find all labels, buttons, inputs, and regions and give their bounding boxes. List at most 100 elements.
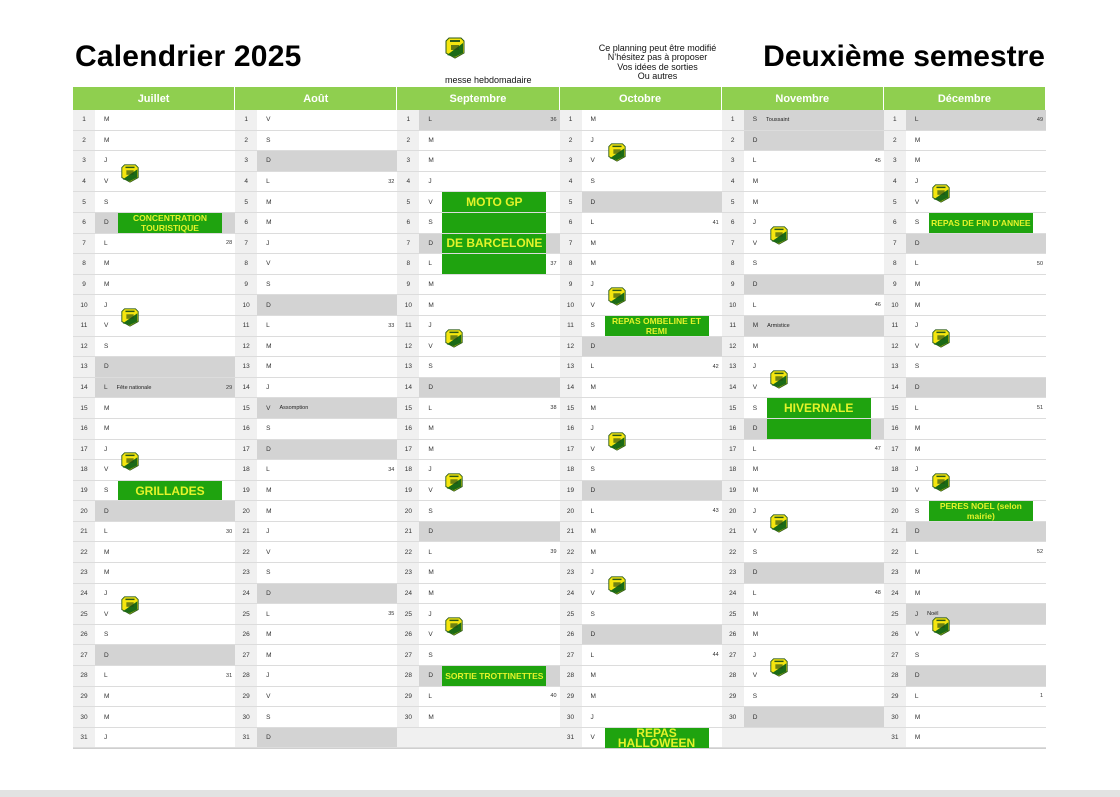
day-cell[interactable]: S xyxy=(95,336,236,357)
day-cell[interactable]: S xyxy=(257,274,398,295)
day-cell[interactable]: J xyxy=(95,295,236,315)
day-cell[interactable]: S xyxy=(581,604,722,624)
day-cell[interactable]: S xyxy=(743,542,884,563)
day-cell[interactable]: J Noël xyxy=(905,604,1047,624)
day-cell[interactable]: S Toussaint xyxy=(743,110,884,130)
day-cell[interactable]: D xyxy=(743,274,884,295)
day-cell[interactable]: M xyxy=(257,336,398,357)
day-cell[interactable]: S xyxy=(743,254,884,274)
event-banner[interactable]: GRILLADES xyxy=(118,480,222,501)
day-cell[interactable]: V xyxy=(743,521,884,542)
day-cell[interactable]: J xyxy=(743,212,884,233)
day-cell[interactable]: J xyxy=(257,521,398,542)
day-cell[interactable]: D xyxy=(905,521,1047,542)
day-cell[interactable]: V xyxy=(419,624,560,645)
day-cell[interactable]: D xyxy=(905,377,1047,398)
day-cell[interactable]: J xyxy=(743,501,884,521)
day-cell[interactable]: D xyxy=(419,377,560,398)
day-cell[interactable]: L 50 xyxy=(905,254,1047,274)
day-cell[interactable]: M xyxy=(743,192,884,212)
day-cell[interactable]: D xyxy=(743,130,884,151)
day-cell[interactable]: M xyxy=(743,604,884,624)
day-cell[interactable]: M xyxy=(581,666,722,686)
day-cell[interactable]: S xyxy=(743,686,884,707)
day-cell[interactable]: J xyxy=(581,707,722,727)
day-cell[interactable]: M xyxy=(257,357,398,377)
day-cell[interactable]: J xyxy=(419,604,560,624)
event-banner[interactable]: HIVERNALE xyxy=(766,398,871,418)
day-cell[interactable]: S xyxy=(905,357,1047,377)
day-cell[interactable]: M xyxy=(581,377,722,398)
day-cell[interactable]: D xyxy=(257,727,398,748)
day-cell[interactable]: L 41 xyxy=(581,212,722,233)
day-cell[interactable]: L 36 xyxy=(419,110,560,130)
day-cell[interactable]: L 39 xyxy=(419,542,560,563)
day-cell[interactable]: M xyxy=(743,624,884,645)
day-cell[interactable]: M xyxy=(95,274,236,295)
day-cell[interactable]: J xyxy=(95,151,236,171)
day-cell[interactable]: L 32 xyxy=(257,171,398,192)
event-banner[interactable]: DE BARCELONE xyxy=(442,233,547,254)
day-cell[interactable]: S xyxy=(419,357,560,377)
day-cell[interactable]: M xyxy=(95,130,236,151)
day-cell[interactable]: L 35 xyxy=(257,604,398,624)
day-cell[interactable]: M xyxy=(95,398,236,418)
event-banner[interactable]: REPAS DE FIN D’ANNEE xyxy=(928,213,1033,233)
day-cell[interactable]: V xyxy=(743,233,884,254)
day-cell[interactable]: L 38 xyxy=(419,398,560,418)
day-cell[interactable]: D xyxy=(95,357,236,377)
day-cell[interactable]: M xyxy=(905,583,1047,604)
day-cell[interactable]: V xyxy=(257,686,398,707)
day-cell[interactable]: D xyxy=(257,295,398,315)
day-cell[interactable]: V xyxy=(905,336,1047,357)
day-cell[interactable]: M xyxy=(581,542,722,563)
day-cell[interactable]: M xyxy=(95,542,236,563)
day-cell[interactable]: J xyxy=(419,460,560,480)
day-cell[interactable]: J xyxy=(905,171,1047,192)
day-cell[interactable]: L 34 xyxy=(257,460,398,480)
day-cell[interactable]: M xyxy=(581,110,722,130)
day-cell[interactable]: V xyxy=(743,377,884,398)
day-cell[interactable]: L 33 xyxy=(257,315,398,336)
day-cell[interactable]: M xyxy=(905,727,1047,748)
day-cell[interactable]: V xyxy=(257,110,398,130)
day-cell[interactable]: M xyxy=(257,192,398,212)
day-cell[interactable]: M xyxy=(581,233,722,254)
day-cell[interactable]: V xyxy=(95,460,236,480)
event-banner[interactable]: CONCENTRATION TOURISTIQUE xyxy=(118,213,222,233)
day-cell[interactable]: D xyxy=(581,336,722,357)
day-cell[interactable]: M xyxy=(581,254,722,274)
day-cell[interactable] xyxy=(419,727,560,748)
day-cell[interactable]: M xyxy=(743,480,884,501)
day-cell[interactable]: J xyxy=(257,377,398,398)
day-cell[interactable]: V xyxy=(581,295,722,315)
day-cell[interactable]: V xyxy=(419,336,560,357)
day-cell[interactable]: V xyxy=(95,171,236,192)
day-cell[interactable]: M xyxy=(743,171,884,192)
day-cell[interactable]: M xyxy=(743,336,884,357)
day-cell[interactable]: M xyxy=(419,563,560,583)
day-cell[interactable]: S xyxy=(581,460,722,480)
day-cell[interactable]: M xyxy=(95,254,236,274)
day-cell[interactable]: V xyxy=(743,666,884,686)
event-banner[interactable]: SORTIE TROTTINETTES xyxy=(442,666,547,686)
day-cell[interactable]: M xyxy=(581,398,722,418)
day-cell[interactable]: D xyxy=(581,624,722,645)
day-cell[interactable]: S xyxy=(419,501,560,521)
day-cell[interactable]: L 44 xyxy=(581,645,722,666)
day-cell[interactable]: M xyxy=(581,521,722,542)
day-cell[interactable]: M xyxy=(95,418,236,439)
day-cell[interactable]: V xyxy=(581,151,722,171)
day-cell[interactable]: D xyxy=(95,645,236,666)
day-cell[interactable]: J xyxy=(419,171,560,192)
day-cell[interactable]: L 52 xyxy=(905,542,1047,563)
event-banner[interactable] xyxy=(442,254,547,274)
day-cell[interactable]: V xyxy=(95,604,236,624)
day-cell[interactable]: V xyxy=(905,192,1047,212)
day-cell[interactable]: M xyxy=(95,686,236,707)
day-cell[interactable]: M xyxy=(95,707,236,727)
day-cell[interactable]: S xyxy=(905,645,1047,666)
day-cell[interactable]: L 30 xyxy=(95,521,236,542)
day-cell[interactable]: M xyxy=(257,212,398,233)
day-cell[interactable]: M xyxy=(905,563,1047,583)
